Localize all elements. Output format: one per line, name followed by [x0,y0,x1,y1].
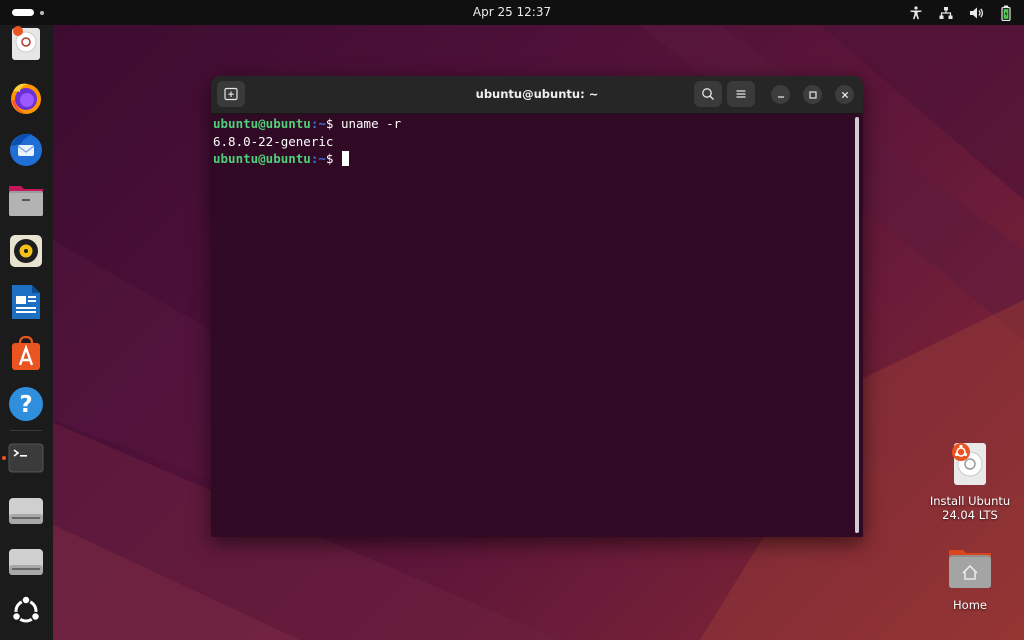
clock[interactable]: Apr 25 12:37 [0,5,1024,19]
help-icon: ? [9,387,43,421]
home-folder-icon [947,546,993,592]
prompt-symbol: $ [325,116,341,131]
volume-icon[interactable] [968,5,984,21]
dock-item-rhythmbox[interactable] [6,231,46,271]
firefox-icon [11,83,41,114]
terminal-line: ubuntu@ubuntu:~$ [213,150,853,168]
install-ubuntu-icon [12,26,40,60]
desktop-icon-label: Home [953,598,987,612]
dock-item-libreoffice-writer[interactable] [6,282,46,322]
search-button[interactable] [694,81,722,107]
prompt-path: :~ [310,151,326,166]
dock-separator [10,430,42,431]
dock-item-thunderbird[interactable] [6,129,46,169]
menu-button[interactable] [727,81,755,107]
rhythmbox-icon [10,235,42,267]
prompt-user: ubuntu@ubuntu [213,151,311,166]
minimize-button[interactable] [771,85,790,104]
dock-item-help[interactable]: ? [6,384,46,424]
dock-item-drive-1[interactable] [6,491,46,531]
maximize-icon [808,90,817,99]
scrollbar[interactable] [855,117,859,533]
terminal-output[interactable]: ubuntu@ubuntu:~$ uname -r 6.8.0-22-gener… [211,114,853,537]
writer-icon [12,285,40,319]
dock-item-installer[interactable] [6,23,46,63]
dock-item-files[interactable] [6,180,46,220]
dock-item-drive-2[interactable] [6,542,46,582]
battery-icon[interactable] [998,5,1014,21]
drive-icon [9,498,43,524]
dock-item-terminal[interactable] [6,438,46,478]
dock-item-app-center[interactable] [6,333,46,373]
dock: ? [0,25,53,640]
close-icon [841,91,848,98]
command-text: uname -r [340,116,402,131]
terminal-header-bar[interactable]: ubuntu@ubuntu: ~ [211,76,863,114]
desktop-icon-label-line2: 24.04 LTS [942,508,998,522]
thunderbird-icon [10,133,42,166]
minimize-icon [777,95,784,98]
hamburger-menu-icon [736,90,746,98]
desktop-icon-home[interactable]: Home [927,546,1013,612]
text-cursor [341,151,349,166]
network-icon[interactable] [938,5,954,21]
show-apps-button[interactable] [6,591,46,631]
top-bar: Apr 25 12:37 [0,0,1024,25]
search-icon [702,88,714,100]
accessibility-icon[interactable] [908,5,924,21]
window-title: ubuntu@ubuntu: ~ [475,87,599,101]
maximize-button[interactable] [803,85,822,104]
system-tray[interactable] [908,4,1014,21]
prompt-user: ubuntu@ubuntu [213,116,311,131]
terminal-icon [8,443,44,473]
install-ubuntu-icon [948,440,992,488]
ubuntu-logo-icon [11,595,41,623]
prompt-symbol: $ [325,151,341,166]
app-center-icon [12,335,40,370]
dock-item-firefox[interactable] [6,78,46,118]
prompt-path: :~ [310,116,326,131]
terminal-window[interactable]: ubuntu@ubuntu: ~ ubuntu@ubuntu:~$ uname … [211,76,863,537]
svg-text:?: ? [19,392,32,418]
close-button[interactable] [835,85,854,104]
drive-icon [9,549,43,575]
desktop-icon-install-ubuntu[interactable]: Install Ubuntu 24.04 LTS [927,440,1013,522]
desktop-icon-label-line1: Install Ubuntu [929,494,1011,508]
files-icon [9,186,43,216]
terminal-line: 6.8.0-22-generic [213,133,853,151]
terminal-line: ubuntu@ubuntu:~$ uname -r [213,115,853,133]
command-output: 6.8.0-22-generic [213,133,334,149]
